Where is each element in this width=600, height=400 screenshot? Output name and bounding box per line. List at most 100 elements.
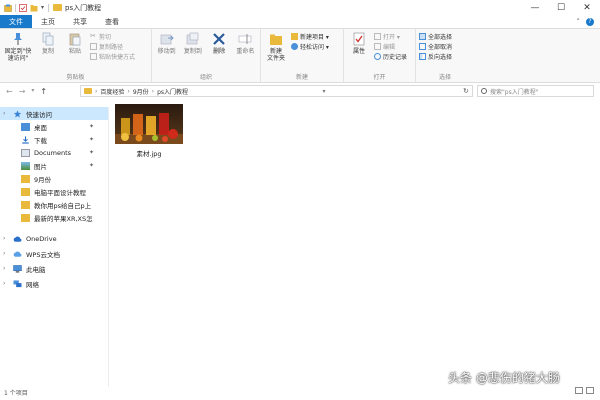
navigation-pane: › 快速访问 桌面 ✦ 下载 ✦ Documents ✦ 图片 ✦ 9月份 电脑…: [0, 107, 108, 382]
view-switcher: [575, 387, 594, 394]
address-bar[interactable]: › 百度经验 › 9月份 › ps入门教程 ▾ ↻: [80, 85, 473, 97]
cut-button[interactable]: ✂ 剪切: [90, 32, 135, 41]
folder-icon: [21, 174, 30, 183]
ribbon-group-clipboard: 固定到"快速访问" 复制 粘贴 ✂ 剪切 复制路径 粘贴快捷方式 剪贴板: [0, 29, 152, 82]
paste-shortcut-icon: [90, 52, 97, 60]
new-item-button[interactable]: 新建项目 ▾: [291, 32, 329, 41]
folder-icon: [21, 213, 30, 222]
pane-divider[interactable]: [108, 107, 109, 387]
help-icon[interactable]: ?: [586, 17, 594, 26]
select-all-button[interactable]: 全部选择: [419, 32, 452, 41]
easy-access-icon: [291, 42, 298, 50]
sidebar-item-desktop[interactable]: 桌面 ✦: [0, 120, 108, 133]
sidebar-item-quick-access[interactable]: › 快速访问: [0, 107, 108, 120]
edit-icon: [374, 42, 381, 50]
status-bar-text: 1 个项目: [4, 390, 28, 397]
large-icons-view-icon[interactable]: [586, 387, 594, 394]
documents-icon: [21, 148, 30, 157]
sidebar-item-wps-cloud[interactable]: › WPS云文档: [0, 247, 108, 260]
new-item-icon: [291, 32, 298, 40]
recent-chevron-icon[interactable]: ▾: [31, 87, 34, 96]
new-folder-label: 新建 文件夹: [266, 48, 285, 62]
minimize-button[interactable]: —: [522, 0, 548, 15]
customize-chevron-icon[interactable]: ▾: [41, 4, 44, 11]
properties-label: 属性: [352, 48, 365, 55]
pin-quick-access-label: 固定到"快速访问": [4, 48, 32, 62]
expand-chevron-icon[interactable]: ›: [3, 235, 5, 242]
sidebar-item-label: 桌面: [34, 123, 47, 132]
star-icon: [13, 109, 22, 117]
new-folder-icon[interactable]: [30, 4, 38, 12]
forward-arrow-icon[interactable]: →: [19, 87, 26, 96]
easy-access-button[interactable]: 轻松访问 ▾: [291, 42, 329, 51]
pin-icon[interactable]: ✦: [89, 123, 94, 130]
sidebar-item-network[interactable]: › 网络: [0, 277, 108, 290]
sidebar-item-label: 下载: [34, 136, 47, 145]
sidebar-item-onedrive[interactable]: › OneDrive: [0, 232, 108, 245]
image-thumbnail: [115, 104, 183, 144]
paste-label: 粘贴: [68, 48, 81, 55]
paste-icon: [69, 33, 81, 46]
breadcrumb-item[interactable]: ps入门教程: [157, 87, 188, 96]
back-arrow-icon[interactable]: ←: [6, 87, 13, 96]
computer-icon: [13, 264, 22, 273]
tab-home[interactable]: 主页: [32, 15, 64, 28]
up-arrow-icon[interactable]: ↑: [40, 87, 47, 96]
edit-button[interactable]: 编辑: [374, 42, 407, 51]
pin-icon[interactable]: ✦: [89, 162, 94, 169]
pin-icon[interactable]: ✦: [89, 136, 94, 143]
sidebar-item-documents[interactable]: Documents ✦: [0, 146, 108, 159]
separator: [15, 3, 16, 12]
open-button[interactable]: 打开 ▾: [374, 32, 407, 41]
tab-share[interactable]: 共享: [64, 15, 96, 28]
search-box[interactable]: 搜索"ps入门教程": [477, 85, 594, 97]
watermark: 头条 @悲伤的猪大肠: [448, 371, 560, 385]
ribbon-group-organize: 移动到 复制到 删除 重命名 组织: [152, 29, 261, 82]
sidebar-item-downloads[interactable]: 下载 ✦: [0, 133, 108, 146]
breadcrumb-separator: ›: [95, 87, 98, 95]
sidebar-item-folder[interactable]: 9月份: [0, 172, 108, 185]
select-none-button[interactable]: 全部取消: [419, 42, 452, 51]
sidebar-item-folder[interactable]: 电脑平面设计教程: [0, 185, 108, 198]
breadcrumb-item[interactable]: 百度经验: [100, 87, 124, 96]
open-label: 打开 ▾: [383, 33, 400, 41]
details-view-icon[interactable]: [575, 387, 583, 394]
breadcrumb-separator: ›: [151, 87, 155, 95]
edit-label: 编辑: [383, 43, 396, 51]
pin-icon[interactable]: ✦: [89, 149, 94, 156]
collapse-ribbon-icon[interactable]: ˄: [577, 18, 581, 26]
pin-icon: [14, 33, 22, 45]
group-label-new: 新建: [295, 74, 308, 81]
navigation-buttons: ← → ▾ ↑: [0, 87, 80, 96]
paste-shortcut-button[interactable]: 粘贴快捷方式: [90, 52, 135, 61]
sidebar-item-this-pc[interactable]: › 此电脑: [0, 262, 108, 275]
expand-chevron-icon[interactable]: ›: [3, 110, 5, 117]
folder-icon: [21, 200, 30, 209]
search-icon: [481, 88, 487, 94]
invert-selection-icon: [419, 52, 426, 60]
properties-icon[interactable]: [19, 3, 27, 12]
maximize-button[interactable]: ☐: [548, 0, 574, 15]
copy-path-button[interactable]: 复制路径: [90, 42, 135, 51]
ribbon-group-select: 全部选择 全部取消 反向选择 选择: [416, 29, 474, 82]
expand-chevron-icon[interactable]: ›: [3, 280, 5, 287]
sidebar-item-folder[interactable]: 最新的苹果XR,XS怎: [0, 211, 108, 224]
expand-chevron-icon[interactable]: ›: [3, 265, 5, 272]
expand-chevron-icon[interactable]: ›: [3, 250, 5, 257]
move-to-icon: [160, 34, 174, 45]
close-button[interactable]: ✕: [574, 0, 600, 15]
sidebar-item-label: Documents: [34, 148, 72, 157]
file-item[interactable]: 素材.jpg: [113, 104, 185, 160]
tab-file[interactable]: 文件: [0, 15, 32, 28]
refresh-icon[interactable]: ↻: [460, 87, 472, 95]
history-button[interactable]: 历史记录: [374, 52, 407, 61]
breadcrumb-item[interactable]: 9月份: [133, 87, 149, 96]
pictures-icon: [21, 161, 30, 170]
group-label-clipboard: 剪贴板: [66, 74, 85, 81]
tab-view[interactable]: 查看: [96, 15, 128, 28]
address-dropdown-icon[interactable]: ▾: [322, 88, 325, 95]
sidebar-item-folder[interactable]: 教你用ps给自己p上: [0, 198, 108, 211]
folder-icon: [53, 4, 63, 11]
invert-selection-button[interactable]: 反向选择: [419, 52, 452, 61]
sidebar-item-pictures[interactable]: 图片 ✦: [0, 159, 108, 172]
